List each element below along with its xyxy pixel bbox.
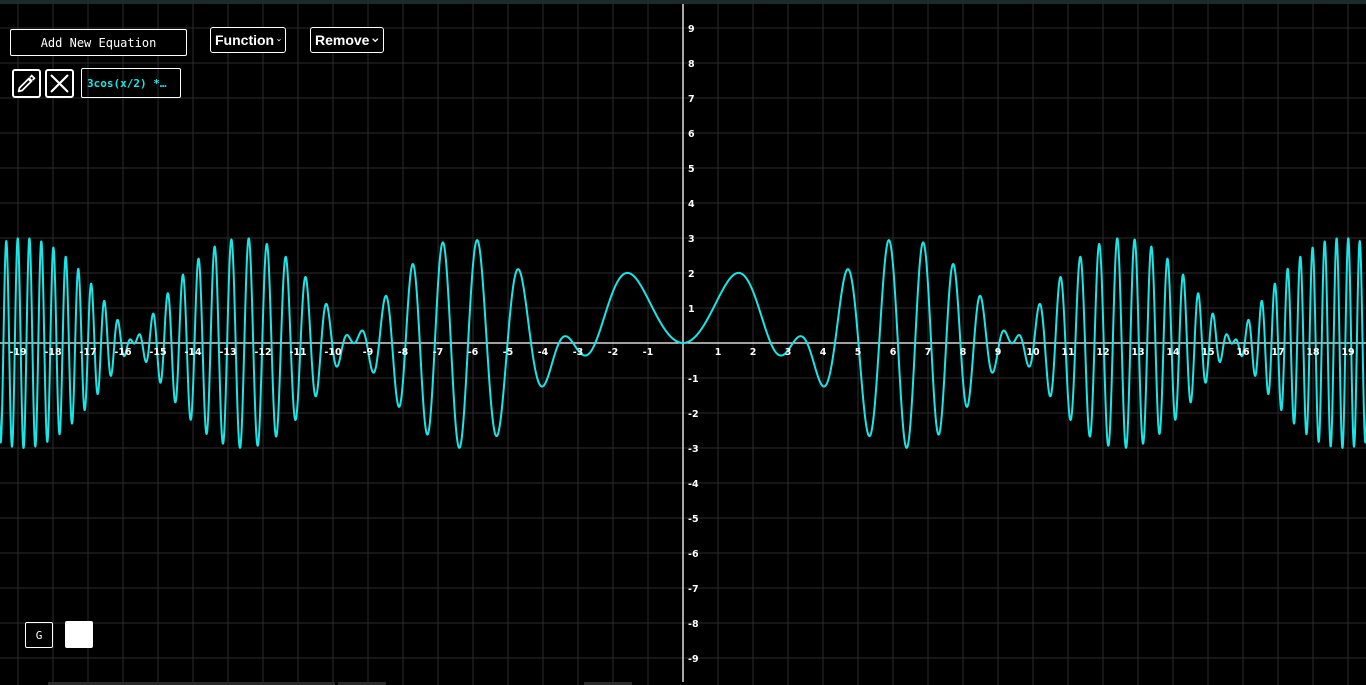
x-tick-label: -8 — [398, 347, 409, 358]
x-tick-label: 1 — [715, 347, 722, 358]
x-tick-label: -9 — [363, 347, 374, 358]
x-tick-label: -7 — [433, 347, 444, 358]
x-tick-label: 6 — [890, 347, 897, 358]
x-tick-label: -19 — [9, 347, 26, 358]
x-tick-label: 3 — [785, 347, 792, 358]
x-tick-label: -12 — [254, 347, 271, 358]
x-tick-label: -1 — [643, 347, 654, 358]
y-tick-label: 4 — [688, 199, 695, 210]
remove-select[interactable]: Remove — [310, 27, 384, 53]
x-tick-label: -10 — [324, 347, 342, 358]
y-tick-label: 3 — [688, 234, 695, 245]
x-tick-label: 17 — [1271, 347, 1284, 358]
close-icon — [50, 74, 69, 93]
y-tick-label: -8 — [688, 619, 699, 630]
y-tick-label: -5 — [688, 514, 699, 525]
x-tick-label: 14 — [1166, 347, 1180, 358]
x-tick-label: 13 — [1131, 347, 1144, 358]
x-tick-label: 5 — [855, 347, 862, 358]
x-tick-label: -6 — [468, 347, 479, 358]
y-tick-label: 5 — [688, 164, 695, 175]
y-tick-label: 8 — [688, 59, 695, 70]
y-tick-label: -7 — [688, 584, 699, 595]
remove-select-value: Remove — [315, 32, 370, 48]
x-tick-label: 2 — [750, 347, 757, 358]
y-tick-label: 1 — [688, 304, 695, 315]
x-tick-label: 9 — [995, 347, 1002, 358]
x-tick-label: 4 — [820, 347, 827, 358]
x-tick-label: 8 — [960, 347, 967, 358]
x-tick-label: -11 — [289, 347, 306, 358]
x-tick-label: -15 — [149, 347, 166, 358]
pencil-icon — [17, 74, 36, 93]
x-tick-label: -17 — [79, 347, 96, 358]
edit-equation-button[interactable] — [12, 69, 41, 98]
y-tick-label: 9 — [688, 24, 695, 35]
function-select[interactable]: Function — [210, 27, 286, 53]
y-tick-label: 7 — [688, 94, 695, 105]
x-tick-label: -4 — [538, 347, 549, 358]
y-tick-label: -4 — [688, 479, 699, 490]
x-tick-label: 19 — [1341, 347, 1354, 358]
x-tick-label: 16 — [1236, 347, 1250, 358]
x-tick-label: 11 — [1061, 347, 1074, 358]
x-tick-label: -5 — [503, 347, 514, 358]
x-tick-label: -13 — [219, 347, 236, 358]
graphing-app: -19 -18 -17 -16 -15 -14 -13 -12 -11 -10 -9 -8 -7 -6 -5… — [0, 0, 1366, 685]
y-tick-label: 6 — [688, 129, 695, 140]
y-tick-label: -6 — [688, 549, 699, 560]
x-tick-label: 18 — [1306, 347, 1320, 358]
bottom-scrollbar[interactable] — [0, 681, 1366, 685]
x-tick-label: 10 — [1026, 347, 1040, 358]
x-tick-label: -18 — [44, 347, 62, 358]
chevron-down-icon — [277, 38, 281, 42]
function-select-value: Function — [215, 32, 275, 48]
x-tick-label: -3 — [573, 347, 584, 358]
y-tick-label: 2 — [688, 269, 695, 280]
delete-equation-button[interactable] — [45, 69, 74, 98]
x-tick-label: 15 — [1201, 347, 1214, 358]
x-tick-label: 7 — [925, 347, 932, 358]
graph-canvas[interactable]: -19 -18 -17 -16 -15 -14 -13 -12 -11 -10 -9 -8 -7 -6 -5… — [0, 0, 1366, 685]
x-tick-label: -2 — [608, 347, 619, 358]
x-tick-label: -14 — [184, 347, 202, 358]
x-tick-label: 12 — [1096, 347, 1109, 358]
y-tick-label: -3 — [688, 444, 699, 455]
y-tick-label: -9 — [688, 654, 699, 665]
color-swatch[interactable] — [65, 621, 93, 648]
y-tick-label: -1 — [688, 374, 699, 385]
chevron-down-icon — [372, 38, 379, 43]
y-tick-label: -2 — [688, 409, 699, 420]
grid-toggle-button[interactable]: G — [25, 622, 53, 648]
x-tick-label: -16 — [114, 347, 132, 358]
add-equation-button[interactable]: Add New Equation — [10, 29, 187, 56]
equation-chip[interactable]: 3cos(x/2) *… — [81, 68, 181, 98]
